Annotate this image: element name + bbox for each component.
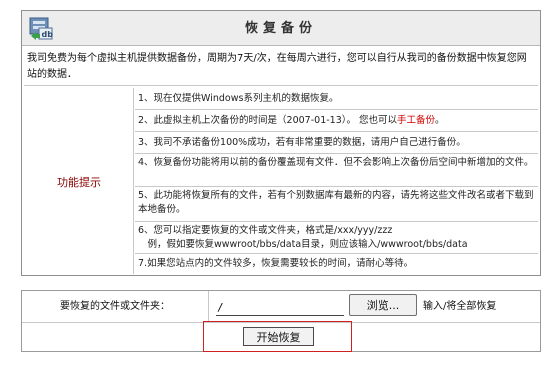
backup-panel: db 恢复备份 我司免费为每个虚拟主机提供数据备份，周期为7天/次，在每周六进行… [21,10,541,276]
list-item-example: 例，假如要恢复wwwroot/bbs/data目录，则应该输入/wwwroot/… [138,239,468,250]
features-label: 功能提示 [57,176,101,189]
list-item: 5、此功能将恢复所有的文件，若有个别数据库有最新的内容，请先将这些文件改名或者下… [135,187,538,222]
start-restore-button[interactable]: 开始恢复 [243,327,314,346]
path-hint: 输入/将全部恢复 [423,301,497,312]
list-item: 7.如果您站点内的文件较多，恢复需要较长的时间，请耐心等待。 [135,254,538,274]
list-item-tail: 。 [435,115,445,126]
manual-backup-link[interactable]: 手工备份 [397,115,435,126]
list-item: 3、我司不承诺备份100%成功，若有非常重要的数据，请用户自己进行备份。 [135,132,538,154]
path-input[interactable] [216,300,344,316]
list-item-text: 7.如果您站点内的文件较多，恢复需要较长的时间，请耐心等待。 [138,258,414,269]
list-item-text: 6、您可以指定要恢复的文件或文件夹，格式是/xxx/yyy/zzz [138,225,393,236]
intro-text: 我司免费为每个虚拟主机提供数据备份，周期为7天/次，在每周六进行，您可以自行从我… [24,49,538,86]
restore-form: 要恢复的文件或文件夹： 浏览... 输入/将全部恢复 开始恢复 [21,290,541,352]
list-item: 6、您可以指定要恢复的文件或文件夹，格式是/xxx/yyy/zzz 例，假如要恢… [135,222,538,254]
list-item: 1、现在仅提供Windows系列主机的数据恢复。 [135,88,538,110]
panel-header: db 恢复备份 [22,11,540,46]
features-list: 1、现在仅提供Windows系列主机的数据恢复。 2、此虚拟主机上次备份的时间是… [135,88,538,274]
page-title: 恢复备份 [244,21,317,36]
start-button-highlight: 开始恢复 [203,321,352,352]
path-label: 要恢复的文件或文件夹： [60,301,170,312]
list-item-text: 2、此虚拟主机上次备份的时间是（2007-01-13）。 您也可以 [138,115,398,126]
list-item-text: 4、恢复备份功能将用以前的备份覆盖现有文件．但不会影响上次备份后空间中新增加的文… [138,157,534,168]
browse-button[interactable]: 浏览... [349,294,417,316]
features-label-cell: 功能提示 [24,88,134,274]
list-item-text: 3、我司不承诺备份100%成功，若有非常重要的数据，请用户自己进行备份。 [138,137,466,148]
list-item: 2、此虚拟主机上次备份的时间是（2007-01-13）。 您也可以手工备份。 [135,110,538,132]
list-item: 4、恢复备份功能将用以前的备份覆盖现有文件．但不会影响上次备份后空间中新增加的文… [135,154,538,187]
list-item-text: 5、此功能将恢复所有的文件，若有个别数据库有最新的内容，请先将这些文件改名或者下… [138,190,534,215]
divider [208,291,209,322]
list-item-text: 1、现在仅提供Windows系列主机的数据恢复。 [138,93,339,104]
